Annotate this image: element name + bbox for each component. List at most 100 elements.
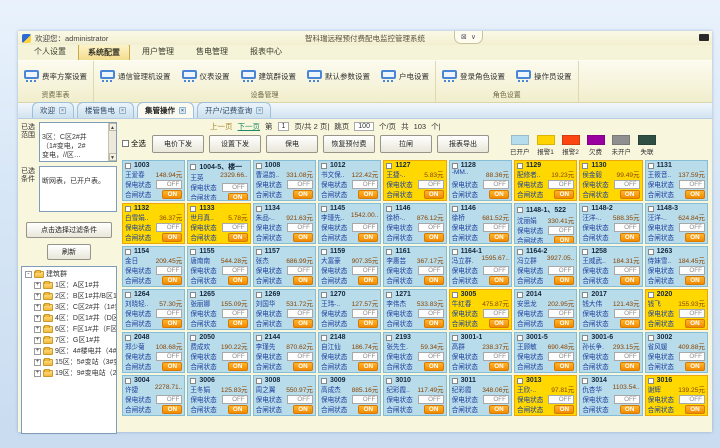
window-restore-icon[interactable]: ⊠ (461, 33, 467, 41)
switch-on-button[interactable]: ON (162, 276, 182, 285)
menu-item-1[interactable]: 个人设置 (24, 43, 76, 60)
room-card[interactable]: 1269刘国华531.72元保电状态OFF合闸状态ON (253, 289, 316, 330)
page-number-input[interactable]: 1 (278, 122, 290, 131)
switch-on-button[interactable]: ON (162, 319, 182, 328)
power-keep-toggle[interactable]: OFF (483, 223, 509, 232)
switch-on-button[interactable]: ON (685, 190, 705, 199)
room-card[interactable]: 1146徐桥-..876.12元保电状态OFF合闸状态ON (383, 203, 446, 244)
switch-on-button[interactable]: ON (358, 405, 378, 414)
room-card[interactable]: 1161李惠芸367.17元保电状态OFF合闸状态ON (383, 246, 446, 287)
power-keep-toggle[interactable]: OFF (352, 223, 378, 232)
room-checkbox[interactable] (190, 206, 196, 212)
room-card[interactable]: 1258王威武..184.31元保电状态OFF合闸状态ON (579, 246, 642, 287)
power-keep-toggle[interactable]: OFF (287, 395, 313, 404)
switch-on-button[interactable]: ON (685, 276, 705, 285)
room-card[interactable]: 1263侍妹雪..184.45元保电状态OFF合闸状态ON (645, 246, 708, 287)
room-checkbox[interactable] (452, 335, 458, 341)
tab-1[interactable]: 欢迎× (32, 102, 74, 118)
room-checkbox[interactable] (452, 206, 458, 212)
room-checkbox[interactable] (321, 249, 327, 255)
power-keep-toggle[interactable]: OFF (352, 352, 378, 361)
tab-close-icon[interactable]: × (179, 107, 186, 114)
room-checkbox[interactable] (517, 207, 523, 213)
power-keep-toggle[interactable]: OFF (614, 309, 640, 318)
switch-on-button[interactable]: ON (620, 233, 640, 242)
room-checkbox[interactable] (517, 335, 523, 341)
power-keep-toggle[interactable]: OFF (614, 180, 640, 189)
room-card[interactable]: 1008曹温韵..331.08元保电状态OFF合闸状态ON (253, 160, 316, 201)
room-card[interactable]: 1127王捷-..5.83元保电状态OFF合闸状态ON (383, 160, 446, 201)
action-button-1[interactable]: 电价下发 (152, 135, 204, 153)
room-card[interactable]: 1129配修者..19.23元保电状态OFF合闸状态ON (514, 160, 577, 201)
room-checkbox[interactable] (648, 335, 654, 341)
room-checkbox[interactable] (190, 335, 196, 341)
room-checkbox[interactable] (190, 249, 196, 255)
room-card[interactable]: 1265张丽娜155.09元保电状态OFF合闸状态ON (187, 289, 250, 330)
switch-on-button[interactable]: ON (685, 405, 705, 414)
room-card[interactable]: 1148-2汪洋-..588.35元保电状态OFF合闸状态ON (579, 203, 642, 244)
power-keep-toggle[interactable]: OFF (614, 395, 640, 404)
expand-icon[interactable]: + (34, 348, 41, 355)
switch-on-button[interactable]: ON (162, 190, 182, 199)
room-card[interactable]: 3010纪彩霞..117.49元保电状态OFF合闸状态ON (383, 375, 446, 416)
selected-condition-listbox[interactable]: 断网表，已开户表。 (39, 166, 117, 212)
room-checkbox[interactable] (582, 163, 588, 169)
room-checkbox[interactable] (452, 249, 458, 255)
tree-item[interactable]: +2区：B区1#井/B区1#… (34, 291, 116, 301)
power-keep-toggle[interactable]: OFF (548, 266, 574, 275)
room-card[interactable]: 1264刘晓轻..57.30元保电状态OFF合闸状态ON (122, 289, 185, 330)
room-checkbox[interactable] (386, 335, 392, 341)
switch-on-button[interactable]: ON (620, 362, 640, 371)
room-checkbox[interactable] (386, 292, 392, 298)
switch-on-button[interactable]: ON (554, 362, 574, 371)
room-card[interactable]: 1164-1冯立群.1595.67..保电状态OFF合闸状态ON (449, 246, 512, 287)
room-checkbox[interactable] (321, 163, 327, 169)
ribbon-button[interactable]: 登录角色设置 (442, 70, 505, 83)
power-keep-toggle[interactable]: OFF (222, 309, 248, 318)
ribbon-button[interactable]: 通信管理机设置 (100, 70, 171, 83)
switch-on-button[interactable]: ON (293, 405, 313, 414)
room-card[interactable]: 3001-1高群238.37元保电状态OFF合闸状态ON (449, 332, 512, 373)
room-card[interactable]: 1270王玮-..127.57元保电状态OFF合闸状态ON (318, 289, 381, 330)
tab-close-icon[interactable]: × (59, 107, 66, 114)
ribbon-button[interactable]: 户电设置 (381, 70, 429, 83)
switch-on-button[interactable]: ON (424, 233, 444, 242)
switch-on-button[interactable]: ON (489, 362, 509, 371)
room-card[interactable]: 3008周之翼550.97元保电状态OFF合闸状态ON (253, 375, 316, 416)
switch-on-button[interactable]: ON (685, 233, 705, 242)
room-card[interactable]: 3011纪彩霞348.06元保电状态OFF合闸状态ON (449, 375, 512, 416)
switch-on-button[interactable]: ON (489, 319, 509, 328)
room-checkbox[interactable] (386, 378, 392, 384)
room-checkbox[interactable] (256, 378, 262, 384)
power-keep-toggle[interactable]: OFF (548, 395, 574, 404)
switch-on-button[interactable]: ON (293, 362, 313, 371)
switch-on-button[interactable]: ON (424, 276, 444, 285)
room-checkbox[interactable] (386, 206, 392, 212)
tab-3[interactable]: 集管操作× (137, 102, 194, 118)
room-card[interactable]: 3004许捷2278.71..保电状态OFF合闸状态ON (122, 375, 185, 416)
power-keep-toggle[interactable]: OFF (222, 266, 248, 275)
switch-on-button[interactable]: ON (162, 233, 182, 242)
switch-on-button[interactable]: ON (489, 190, 509, 199)
room-card[interactable]: 1131王筱音..137.59元保电状态OFF合闸状态ON (645, 160, 708, 201)
room-checkbox[interactable] (321, 292, 327, 298)
tab-close-icon[interactable]: × (256, 107, 263, 114)
switch-on-button[interactable]: ON (620, 319, 640, 328)
room-card[interactable]: 1004-5、楼一王英2329.66..保电状态OFF合闸状态ON (187, 160, 250, 201)
room-card[interactable]: 1271李伟杰533.83元保电状态OFF合闸状态ON (383, 289, 446, 330)
switch-on-button[interactable]: ON (228, 319, 248, 328)
scroll-up-icon[interactable]: ▲ (109, 123, 117, 131)
jump-page-link[interactable]: 跳页 (334, 121, 349, 132)
room-card[interactable]: 1154金日209.45元保电状态OFF合闸状态ON (122, 246, 185, 287)
switch-on-button[interactable]: ON (685, 362, 705, 371)
room-card[interactable]: 1134朱品-..921.63元保电状态OFF合闸状态ON (253, 203, 316, 244)
choose-filter-button[interactable]: 点击选择过滤条件 (26, 222, 112, 238)
power-keep-toggle[interactable]: OFF (156, 395, 182, 404)
tab-2[interactable]: 楼管售电× (77, 102, 134, 118)
room-card[interactable]: 1148-3汪洋-..624.84元保电状态OFF合闸状态ON (645, 203, 708, 244)
room-card[interactable]: 2020钱飞155.93元保电状态OFF合闸状态ON (645, 289, 708, 330)
power-keep-toggle[interactable]: OFF (222, 183, 248, 192)
switch-on-button[interactable]: ON (620, 405, 640, 414)
expand-icon[interactable]: + (34, 315, 41, 322)
power-keep-toggle[interactable]: OFF (287, 309, 313, 318)
